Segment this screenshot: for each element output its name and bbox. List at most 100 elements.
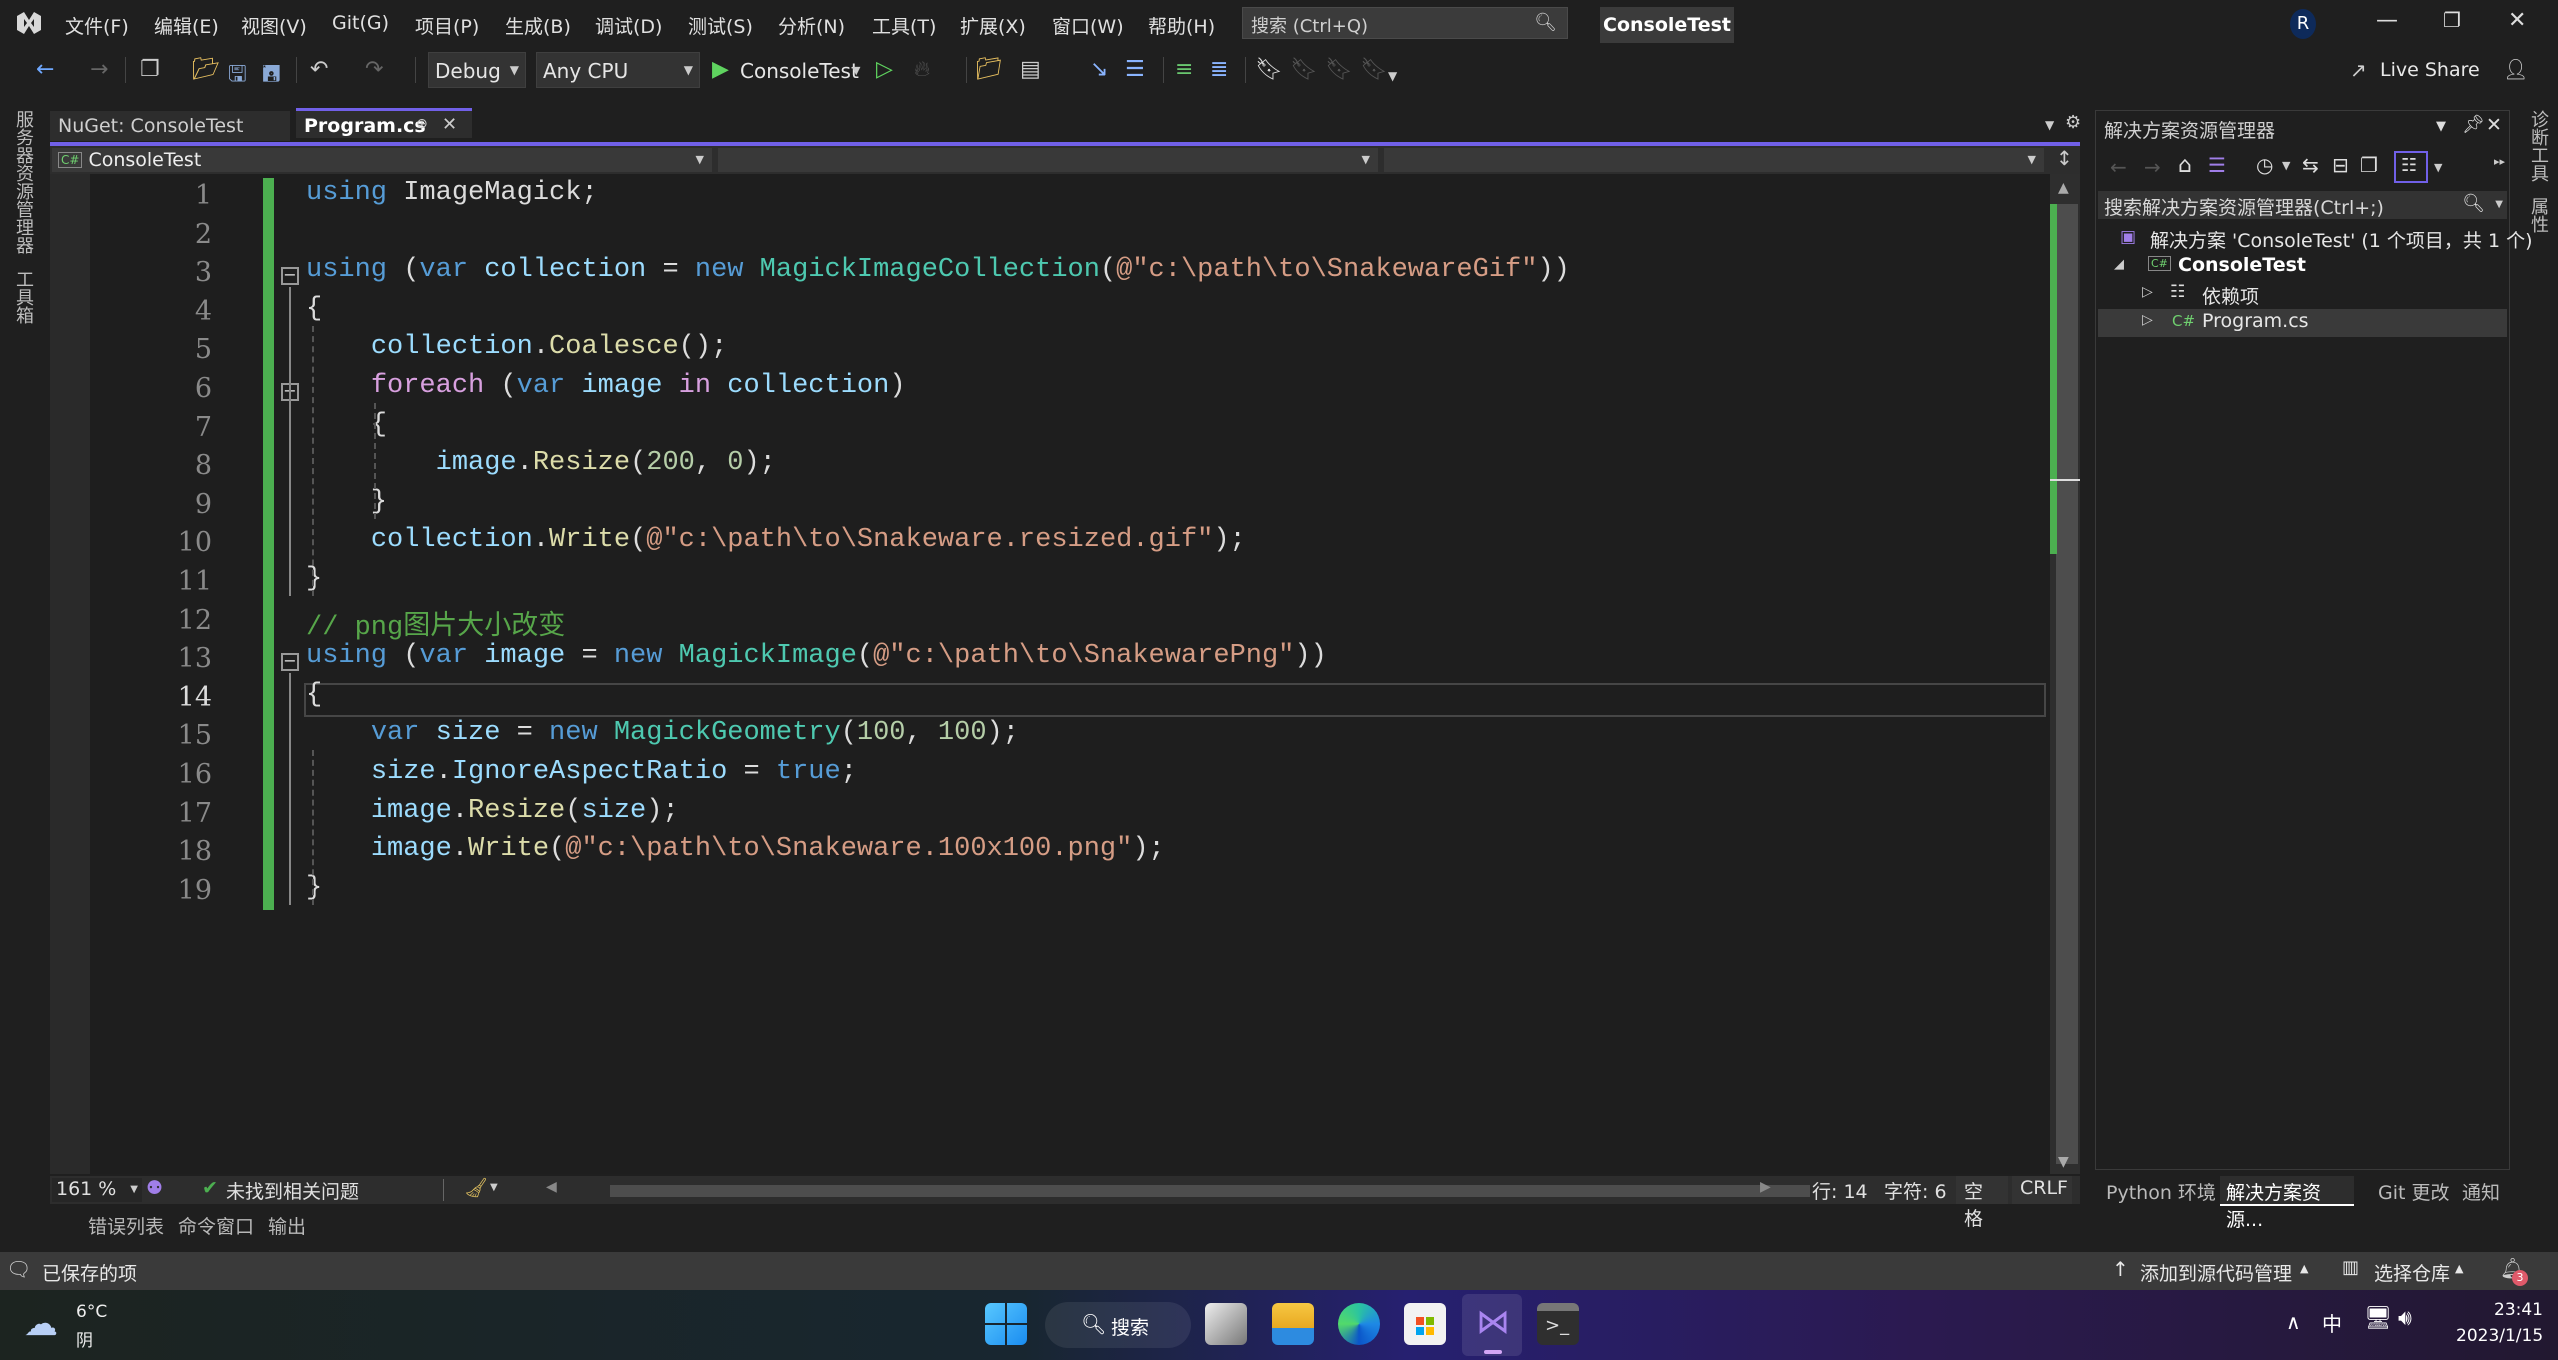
code-line[interactable]: collection.Write(@"c:\path\to\Snakeware.… [306,525,1246,555]
scroll-up-icon[interactable]: ▲ [2058,180,2069,196]
show-hidden-icons-chevron[interactable]: ∧ [2286,1310,2301,1334]
gear-icon[interactable]: ⚙ [2065,112,2081,133]
next-bookmark-icon[interactable]: 🔖︎ [1325,57,1353,82]
code-line[interactable]: } [306,564,322,594]
save-all-icon[interactable]: 🖪︎ [262,57,281,95]
pin-icon[interactable]: 📌︎ [2462,114,2485,135]
close-panel-icon[interactable]: ✕ [2486,114,2502,136]
forward-icon[interactable]: → [2144,155,2161,179]
navigate-forward-icon[interactable]: → [90,57,108,82]
code-line[interactable]: { [306,294,322,324]
previous-bookmark-icon[interactable]: 🔖︎ [1290,57,1318,82]
weather-cloud-icon[interactable]: ☁ [24,1304,58,1344]
vertical-scrollbar[interactable]: ▲ ▼ [2050,174,2080,1174]
code-editor[interactable] [90,174,2050,1174]
scroll-thumb[interactable] [2056,204,2078,1164]
menu-debug[interactable]: 调试(D) [595,12,662,39]
tab-output[interactable]: 输出 [268,1212,306,1239]
live-share-icon[interactable]: ↗ [2350,58,2367,82]
code-line[interactable]: var size = new MagickGeometry(100, 100); [306,718,1019,748]
chevron-down-icon[interactable]: ▼ [2434,161,2442,174]
tree-item-program-cs[interactable]: ▷ C# Program.cs [2098,309,2507,337]
code-line[interactable]: size.IgnoreAspectRatio = true; [306,757,857,787]
menu-project[interactable]: 项目(P) [415,12,479,39]
toolbar-overflow-icon[interactable]: ▸▸ [2494,155,2505,168]
step-into-icon[interactable]: ↘ [1090,57,1108,82]
find-in-files-icon[interactable]: 📁︎ [975,57,1003,82]
clock-time[interactable]: 23:41 [2494,1300,2543,1320]
issues-status[interactable]: 未找到相关问题 [226,1177,359,1204]
taskbar-search-button[interactable]: 🔍︎ 搜索 [1045,1302,1191,1348]
split-editor-icon[interactable]: ↕ [2056,146,2073,170]
menu-tools[interactable]: 工具(T) [872,12,936,39]
live-share-button[interactable]: Live Share [2380,59,2480,81]
tab-error-list[interactable]: 错误列表 [88,1212,164,1239]
menu-window[interactable]: 窗口(W) [1052,12,1124,39]
tab-command-window[interactable]: 命令窗口 [178,1212,254,1239]
menu-help[interactable]: 帮助(H) [1148,12,1215,39]
account-avatar[interactable]: R [2290,9,2316,39]
chevron-down-icon[interactable]: ▼ [852,64,860,77]
tab-notifications[interactable]: 通知 [2456,1176,2506,1206]
code-line[interactable]: image.Write(@"c:\path\to\Snakeware.100x1… [306,834,1165,864]
line-indicator[interactable]: 行: 14 [1812,1177,1868,1204]
sync-active-document-icon[interactable]: ⇆ [2302,153,2319,177]
collapse-region-icon[interactable]: − [281,653,299,672]
menu-git[interactable]: Git(G) [332,12,389,34]
select-repository-button[interactable]: 选择仓库 [2374,1259,2450,1286]
clear-bookmarks-icon[interactable]: 🔖︎ [1360,57,1388,82]
view-toggle-button[interactable]: ☷ [2394,151,2428,183]
task-view-icon[interactable] [1205,1303,1247,1345]
network-icon[interactable]: 🖥︎ [2364,1306,2392,1331]
collapsed-arrow-icon[interactable]: ▷ [2142,284,2153,300]
horizontal-scrollbar[interactable] [610,1185,1810,1197]
tree-item-dependencies[interactable]: ▷ ☷ 依赖项 [2098,281,2507,309]
solution-search-input[interactable]: 搜索解决方案资源管理器(Ctrl+;) 🔍︎ ▼ [2098,191,2507,219]
start-without-debugging-icon[interactable]: ▷ [876,57,893,82]
weather-temperature[interactable]: 6°C [76,1302,107,1322]
project-combo[interactable]: C# ConsoleTest ▼ [52,148,712,172]
solution-explorer-icon[interactable]: ▤ [1020,57,1041,82]
code-line[interactable]: collection.Coalesce(); [306,332,727,362]
configuration-select[interactable]: Debug ▼ [428,52,526,88]
tab-nuget-consoletest[interactable]: NuGet: ConsoleTest [50,111,290,141]
scroll-right-icon[interactable]: ▶ [1760,1179,1771,1195]
tab-list-dropdown-icon[interactable]: ▼ [2045,118,2054,132]
tab-python-environments[interactable]: Python 环境 [2100,1176,2222,1206]
open-file-icon[interactable]: 📂︎ [192,57,220,82]
switch-views-icon[interactable]: ☰ [2208,153,2226,177]
back-icon[interactable]: ← [2110,155,2127,179]
code-line[interactable]: using (var collection = new MagickImageC… [306,255,1570,285]
line-ending-mode[interactable]: CRLF [2012,1176,2072,1204]
collapse-region-icon[interactable]: − [281,267,299,286]
collapse-all-icon[interactable]: ⊟ [2332,153,2349,177]
menu-edit[interactable]: 编辑(E) [154,12,219,39]
tab-program-cs[interactable]: Program.cs ⊕ ✕ [296,108,472,138]
close-tab-icon[interactable]: ✕ [442,114,457,135]
zoom-select[interactable]: 161 % ▼ [52,1178,142,1202]
panel-options-icon[interactable]: ▼ [2436,119,2446,134]
feedback-icon[interactable]: 👤︎ [2503,57,2528,81]
menu-extensions[interactable]: 扩展(X) [960,12,1026,39]
menu-analyze[interactable]: 分析(N) [778,12,845,39]
file-explorer-icon[interactable] [1272,1303,1314,1345]
clock-date[interactable]: 2023/1/15 [2456,1326,2543,1346]
comment-lines-icon[interactable]: ≡ [1175,57,1193,82]
uncomment-lines-icon[interactable]: ≣ [1210,57,1228,82]
visual-studio-taskbar-button[interactable]: ⋈ [1462,1294,1522,1356]
tab-git-changes[interactable]: Git 更改 [2372,1176,2456,1206]
scroll-down-icon[interactable]: ▼ [2058,1154,2069,1170]
code-line[interactable]: image.Resize(size); [306,796,679,826]
new-project-icon[interactable]: ❐ [140,57,160,82]
whitespace-mode[interactable]: 空格 [1956,1176,2008,1230]
code-line[interactable]: using ImageMagick; [306,178,598,208]
start-debugging-icon[interactable]: ▶ [712,57,729,82]
scroll-left-icon[interactable]: ◀ [546,1179,557,1195]
navigate-back-icon[interactable]: ← [36,57,54,82]
member-combo[interactable]: ▼ [1384,148,2044,172]
code-line[interactable]: image.Resize(200, 0); [306,448,776,478]
server-explorer-tab[interactable]: 服务器资源管理器 [10,110,36,254]
undo-icon[interactable]: ↶ [310,57,328,82]
redo-icon[interactable]: ↷ [365,57,383,82]
type-combo[interactable]: ▼ [718,148,1378,172]
